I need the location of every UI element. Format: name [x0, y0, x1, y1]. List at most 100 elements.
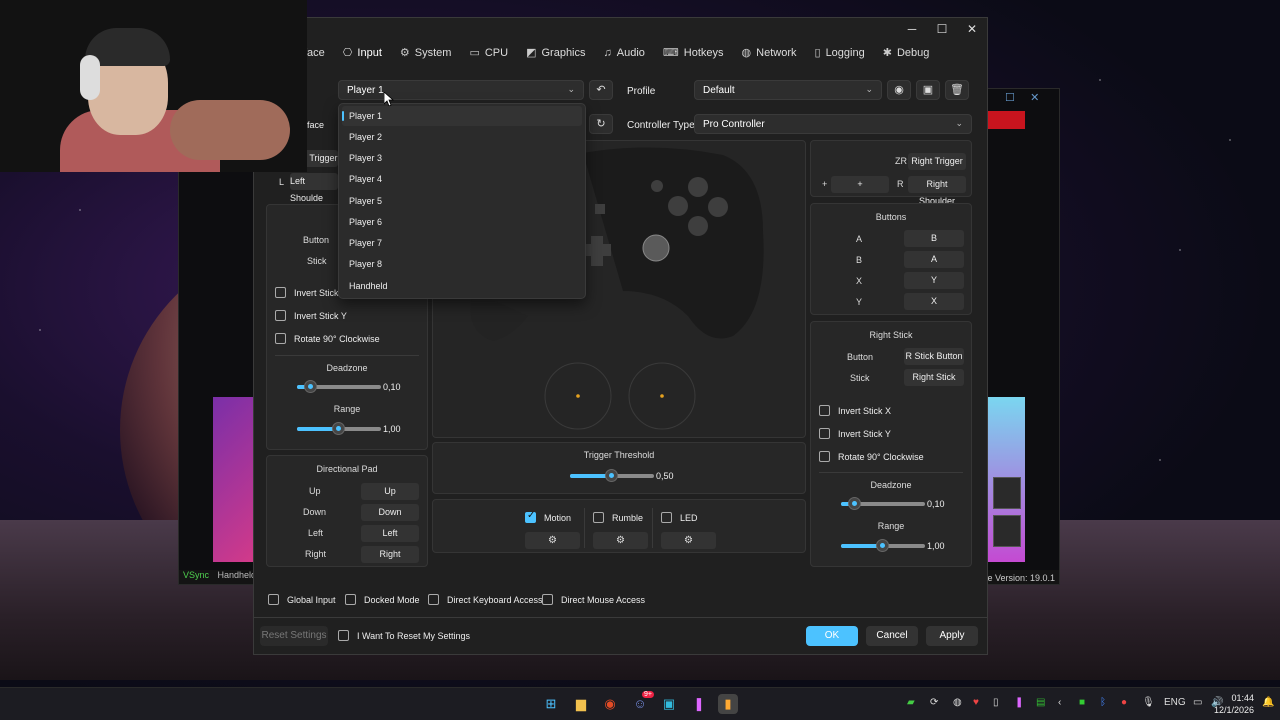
delete-profile-button[interactable]: 🗑	[945, 80, 969, 100]
dropdown-item-handheld[interactable]: Handheld	[342, 276, 582, 296]
undo-button[interactable]: ↶	[589, 80, 613, 100]
apply-button[interactable]: Apply	[926, 626, 978, 646]
controller-type-select[interactable]: Pro Controller ⌄	[694, 114, 972, 134]
rumble-checkbox[interactable]: Rumble	[593, 512, 643, 523]
tab-cpu[interactable]: ▭ CPU	[469, 46, 508, 60]
ok-button[interactable]: OK	[806, 626, 858, 646]
dpad-up-button[interactable]: Up	[361, 483, 419, 500]
left-trigger-button[interactable]: ft Trigger	[302, 150, 338, 167]
file-explorer-icon[interactable]: ▆	[571, 694, 591, 714]
left-invert-y-checkbox[interactable]: Invert Stick Y	[275, 310, 347, 321]
tab-debug[interactable]: ✱ Debug	[883, 46, 930, 60]
left-shoulder-button[interactable]: Left Shoulde	[290, 173, 338, 203]
start-menu-icon[interactable]: ⊞	[541, 694, 561, 714]
view-profile-button[interactable]: ◉	[887, 80, 911, 100]
right-range-slider[interactable]	[841, 539, 925, 552]
player-select[interactable]: Player 1 ⌄	[338, 80, 584, 100]
right-rotate-checkbox[interactable]: Rotate 90° Clockwise	[819, 451, 924, 462]
dpad-left-button[interactable]: Left	[361, 525, 419, 542]
tray-app-icon[interactable]: ▤	[1036, 697, 1045, 708]
tab-network[interactable]: ◍ Network	[742, 46, 797, 60]
tray-app-icon[interactable]: ♥	[973, 697, 979, 708]
tab-system[interactable]: ⚙ System	[400, 46, 452, 60]
clock[interactable]: 01:44 12/1/2026	[1214, 692, 1254, 716]
minimize-button[interactable]: ─	[897, 18, 927, 40]
bluetooth-icon[interactable]: ᛒ	[1100, 697, 1106, 708]
button-x-mapping[interactable]: Y	[904, 272, 964, 289]
left-rotate-checkbox[interactable]: Rotate 90° Clockwise	[275, 333, 380, 344]
led-checkbox[interactable]: LED	[661, 512, 698, 523]
tab-audio[interactable]: ♫ Audio	[604, 46, 645, 59]
save-profile-button[interactable]: ▣	[916, 80, 940, 100]
slider-thumb[interactable]	[876, 539, 889, 552]
tab-user-interface[interactable]: face	[304, 46, 325, 59]
button-a-mapping[interactable]: B	[904, 230, 964, 247]
tray-app-icon[interactable]: ●	[1121, 697, 1127, 708]
notifications-icon[interactable]: 🔔	[1262, 697, 1274, 708]
global-input-checkbox[interactable]: Global Input	[268, 594, 336, 605]
docked-mode-checkbox[interactable]: Docked Mode	[345, 594, 420, 605]
dropdown-item-player-6[interactable]: Player 6	[342, 212, 582, 232]
bookmark-app-icon[interactable]: ❚	[689, 694, 709, 714]
reset-confirm-checkbox[interactable]: I Want To Reset My Settings	[338, 630, 470, 641]
right-invert-y-checkbox[interactable]: Invert Stick Y	[819, 428, 891, 439]
tray-app-icon[interactable]: ‹	[1058, 697, 1061, 708]
microphone-icon[interactable]: 🎙	[1142, 697, 1155, 708]
refresh-button[interactable]: ↻	[589, 114, 613, 134]
emulator-app-icon[interactable]: ▮	[718, 694, 738, 714]
dropdown-item-player-3[interactable]: Player 3	[342, 148, 582, 168]
right-trigger-button[interactable]: Right Trigger	[908, 153, 966, 170]
trigger-threshold-slider[interactable]	[570, 469, 654, 482]
dropdown-item-player-5[interactable]: Player 5	[342, 191, 582, 211]
slider-thumb[interactable]	[332, 422, 345, 435]
tab-hotkeys[interactable]: ⌨ Hotkeys	[663, 46, 724, 60]
plus-button[interactable]: +	[831, 176, 889, 193]
right-shoulder-button[interactable]: Right Shoulder	[908, 176, 966, 206]
cancel-button[interactable]: Cancel	[866, 626, 918, 646]
language-indicator[interactable]: ENG	[1164, 697, 1186, 708]
tray-app-icon[interactable]: ❚	[1015, 697, 1023, 708]
left-invert-x-checkbox[interactable]: Invert Stick X	[275, 287, 347, 298]
slider-thumb[interactable]	[848, 497, 861, 510]
rumble-settings-button[interactable]: ⚙	[593, 532, 648, 549]
dropdown-item-player-8[interactable]: Player 8	[342, 254, 582, 274]
led-settings-button[interactable]: ⚙	[661, 532, 716, 549]
tray-app-icon[interactable]: ◍	[953, 697, 962, 708]
close-button[interactable]: ✕	[957, 18, 987, 40]
direct-keyboard-checkbox[interactable]: Direct Keyboard Access	[428, 594, 543, 605]
left-range-slider[interactable]	[297, 422, 381, 435]
dpad-down-button[interactable]: Down	[361, 504, 419, 521]
dropdown-item-player-4[interactable]: Player 4	[342, 169, 582, 189]
dropdown-item-player-7[interactable]: Player 7	[342, 233, 582, 253]
chrome-icon[interactable]: ◉	[600, 694, 620, 714]
app-icon[interactable]: ▣	[659, 694, 679, 714]
direct-mouse-checkbox[interactable]: Direct Mouse Access	[542, 594, 645, 605]
right-deadzone-slider[interactable]	[841, 497, 925, 510]
motion-checkbox[interactable]: Motion	[525, 510, 571, 523]
tab-graphics[interactable]: ◩ Graphics	[526, 46, 585, 60]
maximize-button[interactable]: ☐	[927, 18, 957, 40]
tab-logging[interactable]: ▯ Logging	[815, 46, 865, 60]
tab-input[interactable]: ⎔ Input	[343, 46, 382, 60]
left-deadzone-slider[interactable]	[297, 380, 381, 393]
profile-select[interactable]: Default ⌄	[694, 80, 882, 100]
tray-app-icon[interactable]: ■	[1079, 697, 1085, 708]
right-stick-stick-mapping[interactable]: Right Stick	[904, 369, 964, 386]
dropdown-item-player-2[interactable]: Player 2	[342, 127, 582, 147]
motion-settings-button[interactable]: ⚙	[525, 532, 580, 549]
nvidia-icon[interactable]: ▰	[907, 697, 915, 708]
vsync-status[interactable]: VSync	[183, 570, 209, 580]
sync-icon[interactable]: ⟳	[930, 697, 938, 708]
dpad-right-button[interactable]: Right	[361, 546, 419, 563]
right-stick-button-mapping[interactable]: R Stick Button	[904, 348, 964, 365]
button-y-mapping[interactable]: X	[904, 293, 964, 310]
slider-thumb[interactable]	[304, 380, 317, 393]
reset-settings-button[interactable]: Reset Settings	[260, 626, 328, 646]
right-invert-x-checkbox[interactable]: Invert Stick X	[819, 405, 891, 416]
network-icon[interactable]: ▭	[1193, 697, 1202, 708]
tray-app-icon[interactable]: ▯	[993, 697, 999, 708]
button-b-mapping[interactable]: A	[904, 251, 964, 268]
background-window-controls[interactable]: ☐ ✕	[1005, 91, 1039, 104]
dropdown-item-player-1[interactable]: Player 1	[342, 106, 582, 126]
slider-thumb[interactable]	[605, 469, 618, 482]
